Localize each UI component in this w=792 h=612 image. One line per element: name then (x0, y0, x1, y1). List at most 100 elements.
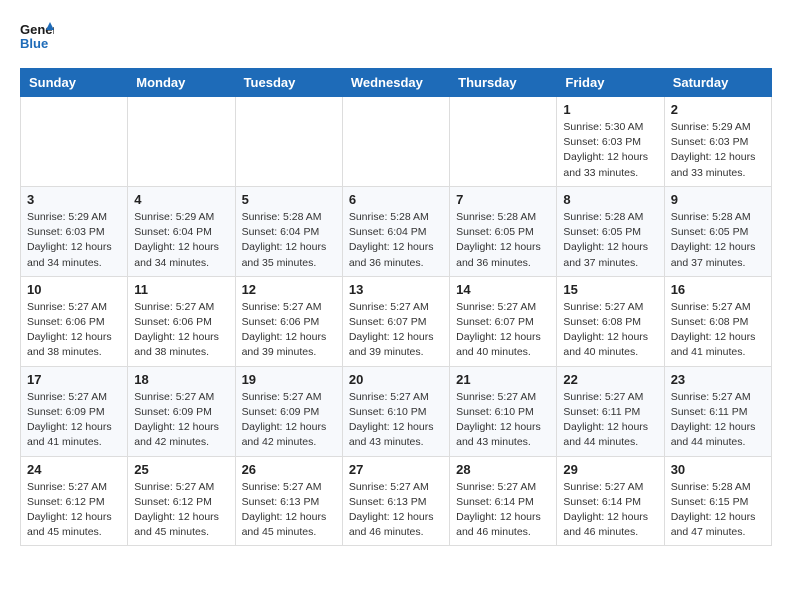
day-number: 17 (27, 372, 121, 387)
calendar-cell: 5 Sunrise: 5:28 AM Sunset: 6:04 PM Daylig… (235, 186, 342, 276)
calendar-cell: 1 Sunrise: 5:30 AM Sunset: 6:03 PM Daylig… (557, 97, 664, 187)
day-number: 19 (242, 372, 336, 387)
calendar-cell: 14 Sunrise: 5:27 AM Sunset: 6:07 PM Dayli… (450, 276, 557, 366)
day-number: 24 (27, 462, 121, 477)
day-number: 15 (563, 282, 657, 297)
day-info: Sunrise: 5:28 AM Sunset: 6:04 PM Dayligh… (242, 210, 336, 271)
svg-text:Blue: Blue (20, 36, 48, 51)
calendar-week-row: 17 Sunrise: 5:27 AM Sunset: 6:09 PM Dayli… (21, 366, 772, 456)
calendar-cell: 8 Sunrise: 5:28 AM Sunset: 6:05 PM Daylig… (557, 186, 664, 276)
calendar-cell (21, 97, 128, 187)
day-number: 28 (456, 462, 550, 477)
calendar-cell: 19Sunrise: 5:27 AM Sunset: 6:09 PM Dayli… (235, 366, 342, 456)
calendar-cell: 23 Sunrise: 5:27 AM Sunset: 6:11 PM Dayli… (664, 366, 771, 456)
calendar-cell: 6Sunrise: 5:28 AM Sunset: 6:04 PM Daylig… (342, 186, 449, 276)
calendar-cell: 30Sunrise: 5:28 AM Sunset: 6:15 PM Dayli… (664, 456, 771, 546)
calendar-cell: 2 Sunrise: 5:29 AM Sunset: 6:03 PM Daylig… (664, 97, 771, 187)
day-number: 5 (242, 192, 336, 207)
day-number: 22 (563, 372, 657, 387)
day-info: Sunrise: 5:27 AM Sunset: 6:14 PM Dayligh… (563, 480, 657, 541)
day-info: Sunrise: 5:29 AM Sunset: 6:03 PM Dayligh… (27, 210, 121, 271)
calendar-cell (128, 97, 235, 187)
day-info: Sunrise: 5:27 AM Sunset: 6:08 PM Dayligh… (671, 300, 765, 361)
day-number: 11 (134, 282, 228, 297)
day-info: Sunrise: 5:27 AM Sunset: 6:14 PM Dayligh… (456, 480, 550, 541)
calendar-week-row: 10 Sunrise: 5:27 AM Sunset: 6:06 PM Dayli… (21, 276, 772, 366)
calendar-header-row: SundayMondayTuesdayWednesdayThursdayFrid… (21, 69, 772, 97)
day-info: Sunrise: 5:27 AM Sunset: 6:06 PM Dayligh… (27, 300, 121, 361)
calendar-cell: 4 Sunrise: 5:29 AM Sunset: 6:04 PM Daylig… (128, 186, 235, 276)
day-info: Sunrise: 5:27 AM Sunset: 6:10 PM Dayligh… (456, 390, 550, 451)
day-info: Sunrise: 5:28 AM Sunset: 6:05 PM Dayligh… (671, 210, 765, 271)
calendar-cell: 18 Sunrise: 5:27 AM Sunset: 6:09 PM Dayli… (128, 366, 235, 456)
calendar-week-row: 1 Sunrise: 5:30 AM Sunset: 6:03 PM Daylig… (21, 97, 772, 187)
day-info: Sunrise: 5:28 AM Sunset: 6:05 PM Dayligh… (563, 210, 657, 271)
calendar-table: SundayMondayTuesdayWednesdayThursdayFrid… (20, 68, 772, 546)
weekday-header: Thursday (450, 69, 557, 97)
day-number: 16 (671, 282, 765, 297)
day-info: Sunrise: 5:27 AM Sunset: 6:13 PM Dayligh… (242, 480, 336, 541)
calendar-cell: 10 Sunrise: 5:27 AM Sunset: 6:06 PM Dayli… (21, 276, 128, 366)
day-number: 27 (349, 462, 443, 477)
day-info: Sunrise: 5:27 AM Sunset: 6:09 PM Dayligh… (134, 390, 228, 451)
day-number: 20 (349, 372, 443, 387)
day-number: 4 (134, 192, 228, 207)
day-info: Sunrise: 5:27 AM Sunset: 6:06 PM Dayligh… (134, 300, 228, 361)
calendar-cell: 29 Sunrise: 5:27 AM Sunset: 6:14 PM Dayli… (557, 456, 664, 546)
calendar-cell: 24 Sunrise: 5:27 AM Sunset: 6:12 PM Dayli… (21, 456, 128, 546)
day-number: 1 (563, 102, 657, 117)
day-number: 7 (456, 192, 550, 207)
day-info: Sunrise: 5:29 AM Sunset: 6:04 PM Dayligh… (134, 210, 228, 271)
weekday-header: Wednesday (342, 69, 449, 97)
day-info: Sunrise: 5:27 AM Sunset: 6:11 PM Dayligh… (671, 390, 765, 451)
day-info: Sunrise: 5:30 AM Sunset: 6:03 PM Dayligh… (563, 120, 657, 181)
calendar-cell (450, 97, 557, 187)
day-info: Sunrise: 5:27 AM Sunset: 6:09 PM Dayligh… (27, 390, 121, 451)
day-info: Sunrise: 5:27 AM Sunset: 6:12 PM Dayligh… (27, 480, 121, 541)
day-number: 21 (456, 372, 550, 387)
calendar-cell: 12 Sunrise: 5:27 AM Sunset: 6:06 PM Dayli… (235, 276, 342, 366)
weekday-header: Saturday (664, 69, 771, 97)
calendar-cell: 28 Sunrise: 5:27 AM Sunset: 6:14 PM Dayli… (450, 456, 557, 546)
weekday-header: Sunday (21, 69, 128, 97)
day-number: 14 (456, 282, 550, 297)
calendar-week-row: 3 Sunrise: 5:29 AM Sunset: 6:03 PM Daylig… (21, 186, 772, 276)
calendar-cell: 20Sunrise: 5:27 AM Sunset: 6:10 PM Dayli… (342, 366, 449, 456)
day-number: 3 (27, 192, 121, 207)
day-info: Sunrise: 5:28 AM Sunset: 6:05 PM Dayligh… (456, 210, 550, 271)
day-number: 9 (671, 192, 765, 207)
calendar-cell: 21 Sunrise: 5:27 AM Sunset: 6:10 PM Dayli… (450, 366, 557, 456)
calendar-cell: 9 Sunrise: 5:28 AM Sunset: 6:05 PM Daylig… (664, 186, 771, 276)
day-info: Sunrise: 5:29 AM Sunset: 6:03 PM Dayligh… (671, 120, 765, 181)
day-number: 18 (134, 372, 228, 387)
logo-icon: General Blue (20, 20, 54, 58)
day-info: Sunrise: 5:28 AM Sunset: 6:04 PM Dayligh… (349, 210, 443, 271)
day-info: Sunrise: 5:27 AM Sunset: 6:07 PM Dayligh… (349, 300, 443, 361)
day-number: 10 (27, 282, 121, 297)
calendar-cell (235, 97, 342, 187)
day-number: 2 (671, 102, 765, 117)
day-number: 23 (671, 372, 765, 387)
day-number: 29 (563, 462, 657, 477)
calendar-cell: 27Sunrise: 5:27 AM Sunset: 6:13 PM Dayli… (342, 456, 449, 546)
calendar-cell: 17 Sunrise: 5:27 AM Sunset: 6:09 PM Dayli… (21, 366, 128, 456)
day-info: Sunrise: 5:27 AM Sunset: 6:07 PM Dayligh… (456, 300, 550, 361)
day-number: 8 (563, 192, 657, 207)
day-info: Sunrise: 5:27 AM Sunset: 6:12 PM Dayligh… (134, 480, 228, 541)
day-number: 13 (349, 282, 443, 297)
calendar-cell: 15 Sunrise: 5:27 AM Sunset: 6:08 PM Dayli… (557, 276, 664, 366)
calendar-cell (342, 97, 449, 187)
day-number: 26 (242, 462, 336, 477)
day-number: 12 (242, 282, 336, 297)
calendar-cell: 16 Sunrise: 5:27 AM Sunset: 6:08 PM Dayli… (664, 276, 771, 366)
page-header: General Blue (20, 20, 772, 58)
calendar-cell: 26 Sunrise: 5:27 AM Sunset: 6:13 PM Dayli… (235, 456, 342, 546)
day-info: Sunrise: 5:27 AM Sunset: 6:06 PM Dayligh… (242, 300, 336, 361)
calendar-cell: 7 Sunrise: 5:28 AM Sunset: 6:05 PM Daylig… (450, 186, 557, 276)
calendar-cell: 13 Sunrise: 5:27 AM Sunset: 6:07 PM Dayli… (342, 276, 449, 366)
calendar-cell: 3 Sunrise: 5:29 AM Sunset: 6:03 PM Daylig… (21, 186, 128, 276)
day-number: 30 (671, 462, 765, 477)
day-info: Sunrise: 5:27 AM Sunset: 6:08 PM Dayligh… (563, 300, 657, 361)
weekday-header: Monday (128, 69, 235, 97)
logo: General Blue (20, 20, 54, 58)
